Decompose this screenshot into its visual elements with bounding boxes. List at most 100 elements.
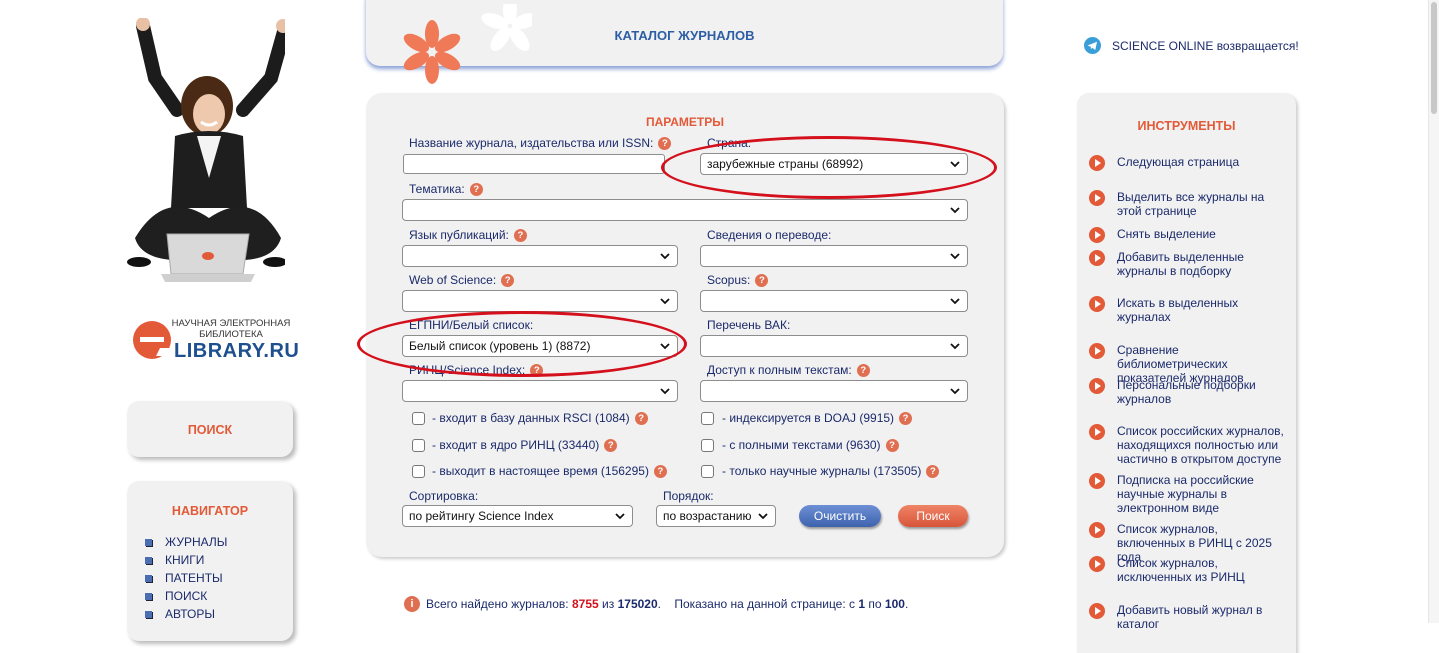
chevron-down-icon xyxy=(660,298,670,305)
chevron-down-icon xyxy=(950,207,960,214)
tool-open-access-list[interactable]: Список российских журналов, находящихся … xyxy=(1089,424,1289,466)
logo-e-icon xyxy=(133,321,171,359)
nav-item-label[interactable]: КНИГИ xyxy=(165,553,204,567)
help-icon[interactable]: ? xyxy=(856,363,870,377)
fulltext-select[interactable] xyxy=(700,380,968,402)
highlight-oval-country xyxy=(661,136,997,199)
telegram-link[interactable]: SCIENCE ONLINE возвращается! xyxy=(1084,37,1299,54)
tools-title: ИНСТРУМЕНТЫ xyxy=(1137,119,1236,133)
results-to: 100 xyxy=(884,597,905,611)
vertical-scrollbar[interactable] xyxy=(1428,0,1439,623)
scrollbar-thumb[interactable] xyxy=(1431,2,1437,114)
nav-item-label[interactable]: ЖУРНАЛЫ xyxy=(165,535,227,549)
tool-label[interactable]: Подписка на российские научные журналы в… xyxy=(1117,473,1289,515)
scopus-select[interactable] xyxy=(700,290,968,312)
nav-item-label[interactable]: АВТОРЫ xyxy=(165,607,215,621)
help-icon[interactable]: ? xyxy=(513,228,527,242)
help-icon[interactable]: ? xyxy=(634,411,648,425)
sort-select[interactable]: по рейтингу Science Index xyxy=(402,505,633,527)
current-checkbox[interactable] xyxy=(412,465,425,478)
label-text: Язык публикаций: xyxy=(409,228,509,242)
topic-select[interactable] xyxy=(402,199,968,221)
scientific-checkbox[interactable] xyxy=(701,465,714,478)
nav-item-journals[interactable]: ЖУРНАЛЫ xyxy=(145,533,227,551)
doaj-checkbox[interactable] xyxy=(701,412,714,425)
results-end: . xyxy=(904,597,909,611)
tool-label[interactable]: Следующая страница xyxy=(1117,155,1239,169)
tool-next-page[interactable]: Следующая страница xyxy=(1089,155,1289,171)
help-icon[interactable]: ? xyxy=(755,273,769,287)
nav-item-authors[interactable]: АВТОРЫ xyxy=(145,605,227,623)
help-icon[interactable]: ? xyxy=(885,438,899,452)
help-icon[interactable]: ? xyxy=(658,136,672,150)
results-from: 1 xyxy=(858,597,866,611)
arrow-right-icon xyxy=(1089,343,1105,359)
highlight-oval-egpni xyxy=(357,311,687,377)
rinc-core-checkbox[interactable] xyxy=(412,439,425,452)
tool-label[interactable]: Искать в выделенных журналах xyxy=(1117,296,1289,324)
order-select[interactable]: по возрастанию xyxy=(656,505,776,527)
navigator-list: ЖУРНАЛЫ КНИГИ ПАТЕНТЫ ПОИСК АВТОРЫ xyxy=(145,533,227,623)
tool-search-selected[interactable]: Искать в выделенных журналах xyxy=(1089,296,1289,324)
nav-item-books[interactable]: КНИГИ xyxy=(145,551,227,569)
tool-add-journal[interactable]: Добавить новый журнал в каталог xyxy=(1089,603,1289,631)
help-icon[interactable]: ? xyxy=(604,438,618,452)
tool-select-all[interactable]: Выделить все журналы на этой странице xyxy=(1089,190,1289,218)
help-icon[interactable]: ? xyxy=(501,273,515,287)
translation-select[interactable] xyxy=(700,245,968,267)
tool-add-to-collection[interactable]: Добавить выделенные журналы в подборку xyxy=(1089,250,1289,278)
fulltext-checkbox[interactable] xyxy=(701,439,714,452)
results-found-count: 8755 xyxy=(571,597,599,611)
elibrary-logo[interactable]: НАУЧНАЯ ЭЛЕКТРОННАЯ БИБЛИОТЕКА LIBRARY.R… xyxy=(130,316,300,366)
tool-label[interactable]: Добавить выделенные журналы в подборку xyxy=(1117,250,1289,278)
vak-select[interactable] xyxy=(700,335,968,357)
search-button[interactable]: Поиск xyxy=(898,505,968,527)
arrow-right-icon xyxy=(1089,556,1105,572)
chevron-down-icon xyxy=(660,388,670,395)
label-text: - входит в ядро РИНЦ (33440) xyxy=(432,438,600,452)
tool-personal-collections[interactable]: Персональные подборки журналов xyxy=(1089,378,1289,406)
chevron-down-icon xyxy=(660,253,670,260)
wos-select[interactable] xyxy=(402,290,678,312)
results-total-count: 175020 xyxy=(617,597,658,611)
tool-label[interactable]: Выделить все журналы на этой странице xyxy=(1117,190,1289,218)
help-icon[interactable]: ? xyxy=(926,464,940,478)
rsci-checkbox[interactable] xyxy=(412,412,425,425)
tool-label[interactable]: Персональные подборки журналов xyxy=(1117,378,1289,406)
nav-item-label[interactable]: ПОИСК xyxy=(165,589,207,603)
nav-item-label[interactable]: ПАТЕНТЫ xyxy=(165,571,223,585)
chevron-down-icon xyxy=(950,343,960,350)
tool-label[interactable]: Снять выделение xyxy=(1117,227,1216,241)
journal-name-input[interactable] xyxy=(403,154,665,174)
rinc-core-checkbox-label: - входит в ядро РИНЦ (33440)? xyxy=(432,438,618,452)
help-icon[interactable]: ? xyxy=(899,411,913,425)
clear-button[interactable]: Очистить xyxy=(799,505,881,527)
topic-label: Тематика:? xyxy=(409,182,483,196)
tool-subscription[interactable]: Подписка на российские научные журналы в… xyxy=(1089,473,1289,515)
tool-label[interactable]: Список журналов, исключенных из РИНЦ xyxy=(1117,556,1289,584)
label-text: Scopus: xyxy=(707,273,751,287)
search-panel[interactable]: ПОИСК xyxy=(127,401,293,457)
tool-label[interactable]: Список российских журналов, находящихся … xyxy=(1117,424,1289,466)
tool-label[interactable]: Добавить новый журнал в каталог xyxy=(1117,603,1289,631)
help-icon[interactable]: ? xyxy=(653,464,667,478)
bullet-icon xyxy=(145,610,152,618)
label-text: - выходит в настоящее время (156295) xyxy=(432,464,649,478)
chevron-down-icon xyxy=(758,513,768,520)
rinc-select[interactable] xyxy=(402,380,678,402)
search-panel-title[interactable]: ПОИСК xyxy=(127,423,293,437)
parameters-panel: ПАРАМЕТРЫ Название журнала, издательства… xyxy=(357,93,1004,557)
nav-item-search[interactable]: ПОИСК xyxy=(145,587,227,605)
scopus-label: Scopus:? xyxy=(707,273,769,287)
wos-label: Web of Science:? xyxy=(409,273,515,287)
nav-item-patents[interactable]: ПАТЕНТЫ xyxy=(145,569,227,587)
arrow-right-icon xyxy=(1089,250,1105,266)
telegram-text[interactable]: SCIENCE ONLINE возвращается! xyxy=(1112,39,1299,53)
label-text: Web of Science: xyxy=(409,273,497,287)
language-select[interactable] xyxy=(402,245,678,267)
arrow-right-icon xyxy=(1089,603,1105,619)
help-icon[interactable]: ? xyxy=(469,182,483,196)
tool-excluded-rinc[interactable]: Список журналов, исключенных из РИНЦ xyxy=(1089,556,1289,584)
tools-panel: ИНСТРУМЕНТЫ Следующая страница Выделить … xyxy=(1077,93,1296,653)
tool-deselect[interactable]: Снять выделение xyxy=(1089,227,1289,243)
